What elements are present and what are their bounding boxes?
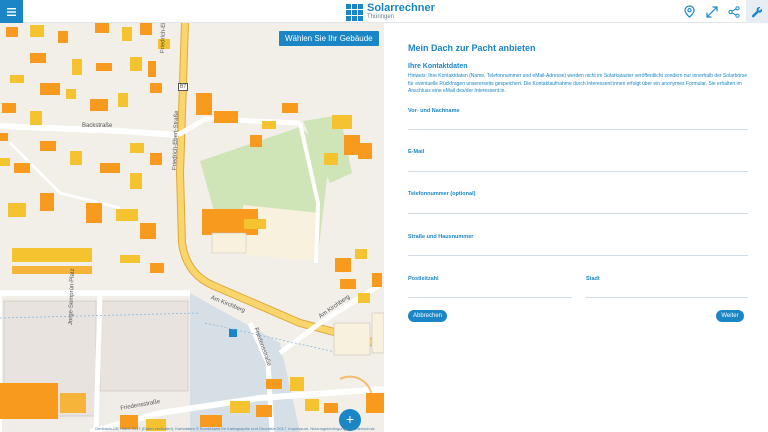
privacy-note: Hinweis: Ihre Kontaktdaten (Name, Telefo… [408,73,748,94]
street-label-b7: B7 [178,83,189,91]
logo-region: Thüringen [367,14,395,20]
phone-field[interactable] [408,213,748,214]
city-field[interactable] [586,297,748,298]
email-label: E-Mail [408,149,425,155]
next-button[interactable]: Weiter [716,310,744,322]
logo: Solarrechner Thüringen [346,2,435,22]
map-canvas [0,23,384,432]
zip-field[interactable] [408,297,572,298]
logo-name: Solarrechner [367,2,435,14]
phone-label: Telefonnummer (optional) [408,191,476,197]
name-label: Vor- und Nachname [408,108,460,114]
share-button[interactable] [723,0,745,23]
name-field[interactable] [408,129,748,130]
cancel-button[interactable]: Abbrechen [408,310,447,322]
offer-roof-form: Mein Dach zur Pacht anbieten Ihre Kontak… [384,23,768,432]
menu-button[interactable] [0,0,23,23]
hamburger-icon [7,7,16,16]
top-bar: Solarrechner Thüringen [0,0,768,23]
zip-label: Postleitzahl [408,276,439,282]
form-title: Mein Dach zur Pacht anbieten [408,43,536,53]
location-pin-icon [683,5,695,18]
share-icon [728,5,740,18]
tools-button[interactable] [746,0,768,23]
city-label: Stadt [586,276,600,282]
contact-section-title: Ihre Kontaktdaten [408,63,468,70]
street-label-backstrasse: Backstraße [82,123,113,129]
wrench-icon [751,6,763,17]
expand-icon [706,5,718,18]
fullscreen-button[interactable] [701,0,723,23]
select-building-button[interactable]: Wählen Sie Ihr Gebäude [279,31,379,46]
map-view[interactable]: Wählen Sie Ihr Gebäude Backstraße Friedr… [0,23,384,432]
logo-grid-icon [346,3,363,21]
street-field[interactable] [408,255,748,256]
location-button[interactable] [678,0,700,23]
map-attribution: Geobasis-DE / BKG 2017 (Daten verändert)… [95,426,375,431]
email-field[interactable] [408,171,748,172]
street-label: Straße und Hausnummer [408,234,474,240]
